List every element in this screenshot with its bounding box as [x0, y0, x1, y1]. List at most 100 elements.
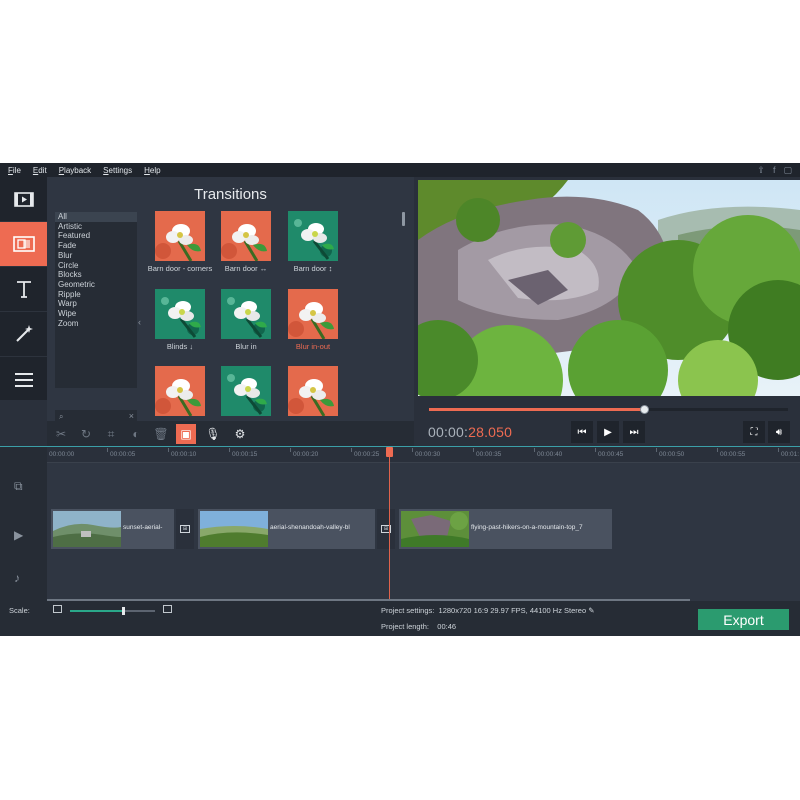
transition-thumbnail[interactable]	[155, 366, 205, 416]
media-button[interactable]	[0, 177, 47, 222]
clip-properties-button[interactable]: ▣	[176, 424, 196, 444]
transition-label: Barn door ↕	[293, 264, 333, 273]
export-button[interactable]: Export	[698, 609, 789, 630]
edit-toolbar: ✂ ↻ ⌗ ◐ 🗑︎ ▣ 🎙︎ ⚙	[47, 421, 414, 447]
timecode-main: 00:00:	[428, 424, 469, 440]
category-item[interactable]: All	[55, 212, 137, 222]
category-item[interactable]: Featured	[55, 231, 137, 241]
menu-bar: File Edit Playback Settings Help ⇪ f ▢	[0, 163, 800, 177]
status-bar: Scale: Project settings: 1280x720 16:9 2…	[0, 601, 800, 636]
delete-button[interactable]: 🗑︎	[151, 424, 171, 444]
transition-thumbnail[interactable]	[288, 211, 338, 261]
facebook-icon[interactable]: f	[773, 164, 776, 176]
titles-button[interactable]	[0, 267, 47, 312]
playback-progress[interactable]	[429, 405, 788, 414]
ruler-tick-label: 00:00:40	[533, 448, 563, 458]
ruler-tick-label: 00:00:45	[594, 448, 624, 458]
close-icon[interactable]: ×	[129, 411, 134, 421]
menu-help[interactable]: Help	[144, 166, 160, 175]
record-audio-button[interactable]: 🎙︎	[203, 424, 223, 444]
playhead-line	[389, 449, 390, 601]
ruler-tick-label: 00:00:05	[106, 448, 136, 458]
menu-file[interactable]: File	[8, 166, 21, 175]
category-item[interactable]: Artistic	[55, 222, 137, 232]
playhead-handle[interactable]	[386, 447, 393, 457]
clip-thumbnail	[53, 511, 121, 547]
settings-button[interactable]: ⚙	[230, 424, 250, 444]
category-item[interactable]: Ripple	[55, 290, 137, 300]
chevron-left-icon[interactable]: ‹	[138, 317, 141, 327]
overlay-track-icon: ⧉	[14, 479, 23, 493]
scale-label: Scale:	[9, 606, 30, 615]
transition-marker[interactable]: ⊞	[377, 509, 395, 549]
category-item[interactable]: Blocks	[55, 270, 137, 280]
menu-playback[interactable]: Playback	[59, 166, 91, 175]
share-icon[interactable]: ⇪	[757, 164, 765, 176]
transition-thumbnail[interactable]	[288, 289, 338, 339]
timecode-ms: 28.050	[468, 424, 513, 440]
fullscreen-icon: ⛶	[750, 426, 758, 438]
transition-thumbnail[interactable]	[155, 211, 205, 261]
category-item[interactable]: Fade	[55, 241, 137, 251]
skip-forward-button[interactable]: ⏭	[623, 421, 645, 443]
cut-button[interactable]: ✂	[51, 424, 71, 444]
transition-marker[interactable]: ⊞	[176, 509, 194, 549]
zoom-in-icon[interactable]	[163, 605, 172, 613]
project-settings-value: 1280x720 16:9 29.97 FPS, 44100 Hz Stereo	[438, 606, 587, 615]
color-adjust-icon: ◐	[132, 427, 140, 441]
skip-forward-icon: ⏭	[629, 426, 639, 438]
video-clip-1[interactable]: sunset-aerial-	[51, 509, 174, 549]
video-preview	[418, 180, 800, 396]
filters-button[interactable]	[0, 312, 47, 357]
crop-button[interactable]: ⌗	[101, 424, 121, 444]
category-item[interactable]: Zoom	[55, 319, 137, 329]
scale-slider-handle[interactable]	[121, 607, 125, 615]
category-item[interactable]: Blur	[55, 251, 137, 261]
transition-thumbnail[interactable]	[221, 289, 271, 339]
category-list: All Artistic Featured Fade Blur Circle Blocks G…	[55, 212, 137, 388]
fullscreen-button[interactable]: ⛶	[743, 421, 765, 443]
skip-back-button[interactable]: ⏮	[571, 421, 593, 443]
menu-edit[interactable]: Edit	[33, 166, 47, 175]
transitions-button[interactable]	[0, 222, 47, 267]
project-length-value: 00:46	[437, 622, 457, 631]
grid-scrollbar[interactable]	[402, 212, 405, 226]
menu-settings[interactable]: Settings	[103, 166, 132, 175]
zoom-out-icon[interactable]	[53, 605, 62, 613]
more-tools-button[interactable]	[0, 357, 47, 402]
video-editor-window: File Edit Playback Settings Help ⇪ f ▢ T…	[0, 163, 800, 636]
play-button[interactable]: ▶	[597, 421, 619, 443]
category-item[interactable]: Wipe	[55, 309, 137, 319]
project-length: Project length: 00:46	[381, 622, 456, 631]
transition-thumbnail[interactable]	[221, 366, 271, 416]
progress-handle[interactable]	[640, 405, 650, 414]
timeline-ruler[interactable]: 00:00:00 00:00:05 00:00:10 00:00:15 00:00:20…	[45, 447, 800, 463]
transition-thumbnail[interactable]	[288, 366, 338, 416]
clip-thumbnail	[401, 511, 469, 547]
category-item[interactable]: Circle	[55, 261, 137, 271]
ruler-tick-label: 00:00:15	[228, 448, 258, 458]
transition-label: Barn door ↔	[224, 264, 268, 273]
video-track-icon: ▶	[14, 528, 24, 542]
settings-gear-icon: ⚙	[234, 427, 246, 441]
color-adjust-button[interactable]: ◐	[126, 424, 146, 444]
titles-icon	[16, 281, 31, 298]
transition-thumbnail[interactable]	[155, 289, 205, 339]
ruler-tick-label: 00:00:50	[655, 448, 685, 458]
transitions-panel: Transitions All Artistic Featured Fade Blur C…	[47, 177, 414, 431]
rotate-button[interactable]: ↻	[76, 424, 96, 444]
pencil-icon[interactable]: ✎	[588, 606, 594, 615]
category-item[interactable]: Warp	[55, 299, 137, 309]
panel-title: Transitions	[194, 186, 267, 203]
video-clip-2[interactable]: aerial-shenandoah-valley-bl	[198, 509, 375, 549]
scale-slider[interactable]	[70, 607, 155, 615]
project-length-label: Project length:	[381, 622, 429, 631]
tool-rail	[0, 177, 47, 400]
window-icon[interactable]: ▢	[783, 164, 792, 176]
microphone-icon: 🎙︎	[205, 427, 221, 441]
ruler-tick-label: 00:00:30	[411, 448, 441, 458]
volume-button[interactable]: 🔊︎	[768, 421, 790, 443]
category-item[interactable]: Geometric	[55, 280, 137, 290]
video-clip-3[interactable]: flying-past-hikers-on-a-mountain-top_7	[399, 509, 612, 549]
transition-thumbnail[interactable]	[221, 211, 271, 261]
